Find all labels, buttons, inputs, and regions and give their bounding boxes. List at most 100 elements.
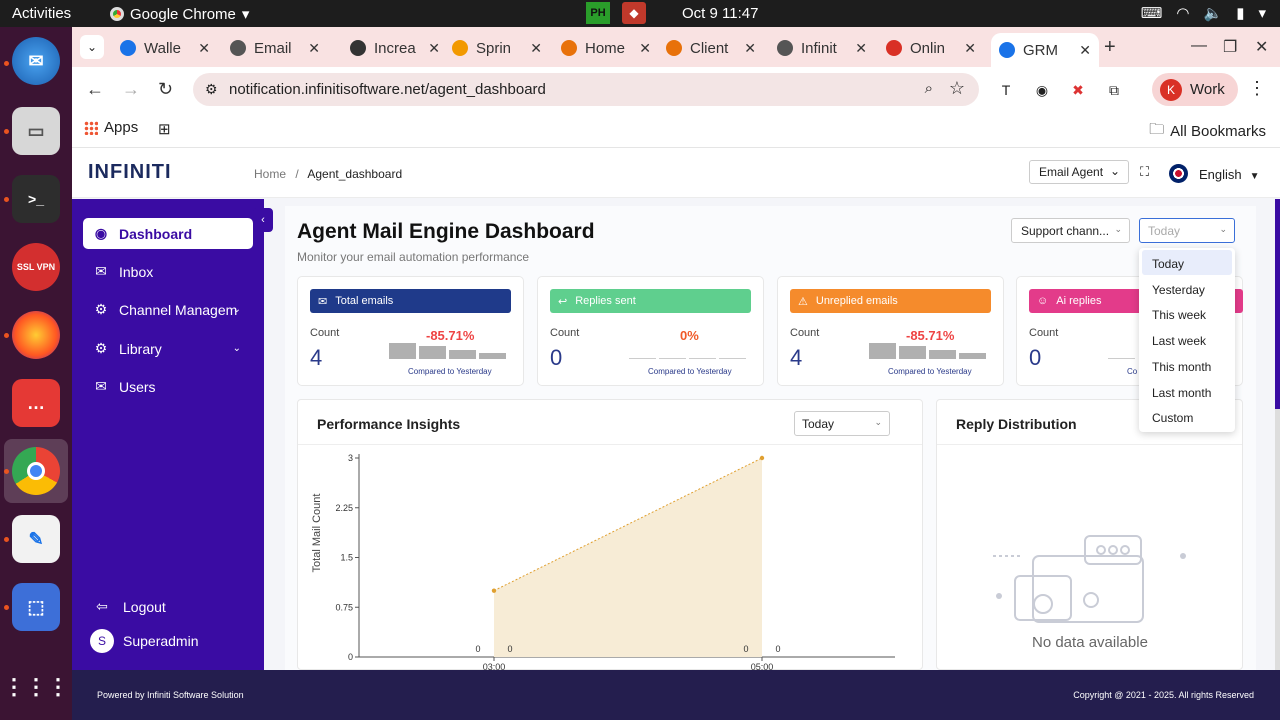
url-text[interactable]: notification.infinitisoftware.net/agent_… <box>229 81 546 98</box>
tab-email[interactable]: Email ✕ <box>222 33 320 63</box>
tab-grm[interactable]: GRM ✕ <box>991 33 1099 67</box>
trend-bars <box>629 343 749 359</box>
close-tab-icon[interactable]: ✕ <box>855 40 867 57</box>
phpstorm-tray-icon[interactable]: PH <box>586 2 610 24</box>
stat-card-title: Unreplied emails <box>815 295 898 307</box>
close-tab-icon[interactable]: ✕ <box>198 40 210 57</box>
tab-strip: ⌄ Walle ✕ Email ✕ Increa ✕ Sprin ✕ Home ✕ Client ✕ I… <box>72 27 1280 67</box>
back-button[interactable]: ← <box>86 79 104 100</box>
text-editor-icon[interactable]: ✎ <box>12 515 60 563</box>
scrollbar-thumb[interactable] <box>1275 199 1280 409</box>
tab-increa[interactable]: Increa ✕ <box>342 33 440 63</box>
sidebar-item-label: Library <box>119 340 162 357</box>
reload-button[interactable]: ↻ <box>158 79 173 100</box>
site-info-icon[interactable]: ⚙ <box>205 81 218 98</box>
activities-button[interactable]: Activities <box>12 5 71 22</box>
search-icon[interactable]: ⌕ <box>925 80 933 97</box>
logout-button[interactable]: ⇦ Logout <box>90 598 250 615</box>
percent-change: -85.71% <box>906 328 955 343</box>
chrome-icon <box>110 7 124 21</box>
app-menu[interactable]: Google Chrome ▾ <box>110 5 249 23</box>
date-option-this-week[interactable]: This week <box>1142 301 1232 326</box>
show-apps-icon[interactable]: ⋮⋮⋮ <box>3 663 69 711</box>
date-option-this-month[interactable]: This month <box>1142 353 1232 378</box>
compared-to-label: Co <box>1127 367 1138 376</box>
sidebar-item-dashboard[interactable]: ◉ Dashboard <box>83 218 253 249</box>
new-tab-button[interactable]: + <box>1104 36 1116 59</box>
firefox-icon[interactable] <box>12 311 60 359</box>
maximize-button[interactable]: ❐ <box>1223 37 1237 57</box>
sidebar-collapse-button[interactable]: ‹ <box>253 208 273 232</box>
date-range-select[interactable]: Today ⌄ <box>1139 218 1235 243</box>
clock[interactable]: Oct 9 11:47 <box>682 5 758 22</box>
extensions-icon[interactable]: ⧉ <box>1104 80 1124 100</box>
minimize-button[interactable]: — <box>1191 37 1207 55</box>
channel-select[interactable]: Support chann... ⌄ <box>1011 218 1130 243</box>
close-tab-icon[interactable]: ✕ <box>964 40 976 57</box>
tab-sprin[interactable]: Sprin ✕ <box>444 33 542 63</box>
chrome-icon[interactable] <box>12 447 60 495</box>
ssl-vpn-icon[interactable]: SSL VPN <box>12 243 60 291</box>
apps-label: Apps <box>104 119 139 136</box>
bookmark-star-icon[interactable]: ☆ <box>949 78 965 99</box>
tools-extension-icon[interactable]: ✖ <box>1068 80 1088 100</box>
close-tab-icon[interactable]: ✕ <box>639 40 651 57</box>
tab-search-button[interactable]: ⌄ <box>80 35 104 59</box>
git-tray-icon[interactable]: ◆ <box>622 2 646 24</box>
close-tab-icon[interactable]: ✕ <box>530 40 542 57</box>
terminal-icon[interactable]: >_ <box>12 175 60 223</box>
tab-walle[interactable]: Walle ✕ <box>112 33 210 63</box>
close-window-button[interactable]: ✕ <box>1255 37 1268 57</box>
compared-to-label: Compared to Yesterday <box>888 367 972 376</box>
performance-range-select[interactable]: Today ⌄ <box>794 411 890 436</box>
sidebar-item-library[interactable]: ⚙ Library ⌄ <box>83 333 253 364</box>
tab-onlin[interactable]: Onlin ✕ <box>878 33 976 63</box>
close-tab-icon[interactable]: ✕ <box>308 40 320 57</box>
tab-groups-icon[interactable]: ⊞ <box>158 120 171 138</box>
date-option-last-week[interactable]: Last week <box>1142 327 1232 352</box>
date-option-custom[interactable]: Custom <box>1142 404 1232 429</box>
date-option-last-month[interactable]: Last month <box>1142 379 1232 404</box>
trend-bar <box>419 346 446 359</box>
language-select[interactable]: English ▼ <box>1199 167 1260 182</box>
performance-title: Performance Insights <box>317 416 461 432</box>
trend-bar <box>869 343 896 359</box>
translate-extension-icon[interactable]: T <box>996 80 1016 100</box>
close-tab-icon[interactable]: ✕ <box>744 40 756 57</box>
sidebar: ◉ Dashboard ✉ Inbox ⚙ Channel Managem ⌄ ⚙ Librar… <box>72 199 264 670</box>
sidebar-item-users[interactable]: ✉ Users <box>83 371 253 402</box>
agent-select[interactable]: Email Agent ⌄ <box>1029 160 1129 184</box>
files-icon[interactable]: ▭ <box>12 107 60 155</box>
apps-bookmark[interactable]: Apps <box>84 119 138 136</box>
chat-app-icon[interactable]: … <box>12 379 60 427</box>
color-extension-icon[interactable]: ◉ <box>1032 80 1052 100</box>
user-profile[interactable]: S Superadmin <box>90 629 250 653</box>
compared-to-label: Compared to Yesterday <box>408 367 492 376</box>
close-tab-icon[interactable]: ✕ <box>428 40 440 57</box>
sidebar-item-channel-managem[interactable]: ⚙ Channel Managem ⌄ <box>83 294 253 325</box>
address-bar[interactable]: ⚙ notification.infinitisoftware.net/agen… <box>193 73 979 106</box>
uk-flag-icon[interactable] <box>1169 164 1188 183</box>
system-tray[interactable]: ⌨ ◠ 🔈 ▮ ▾ <box>1141 4 1266 22</box>
count-label: Count <box>1029 327 1059 339</box>
tab-home[interactable]: Home ✕ <box>553 33 651 63</box>
close-tab-icon[interactable]: ✕ <box>1079 42 1091 59</box>
tab-infinit[interactable]: Infinit ✕ <box>769 33 867 63</box>
thunderbird-icon[interactable]: ✉ <box>12 37 60 85</box>
count-value: 0 <box>550 345 563 370</box>
tab-label: Client <box>690 39 729 57</box>
chrome-menu-icon[interactable]: ⋮ <box>1248 78 1266 99</box>
date-option-today[interactable]: Today <box>1142 250 1232 275</box>
fullscreen-icon[interactable]: ⛶ <box>1140 164 1149 180</box>
tab-favicon-icon <box>350 40 366 56</box>
forward-button[interactable]: → <box>122 79 140 100</box>
gear-icon: ⚙ <box>94 340 108 356</box>
logout-icon: ⇦ <box>96 598 108 614</box>
profile-button[interactable]: K Work <box>1152 73 1238 106</box>
all-bookmarks-button[interactable]: 🗀 All Bookmarks <box>1149 119 1266 144</box>
tab-client[interactable]: Client ✕ <box>658 33 756 63</box>
date-option-yesterday[interactable]: Yesterday <box>1142 276 1232 301</box>
screenshot-icon[interactable]: ⬚ <box>12 583 60 631</box>
breadcrumb-home[interactable]: Home <box>254 167 286 181</box>
sidebar-item-inbox[interactable]: ✉ Inbox <box>83 256 253 287</box>
